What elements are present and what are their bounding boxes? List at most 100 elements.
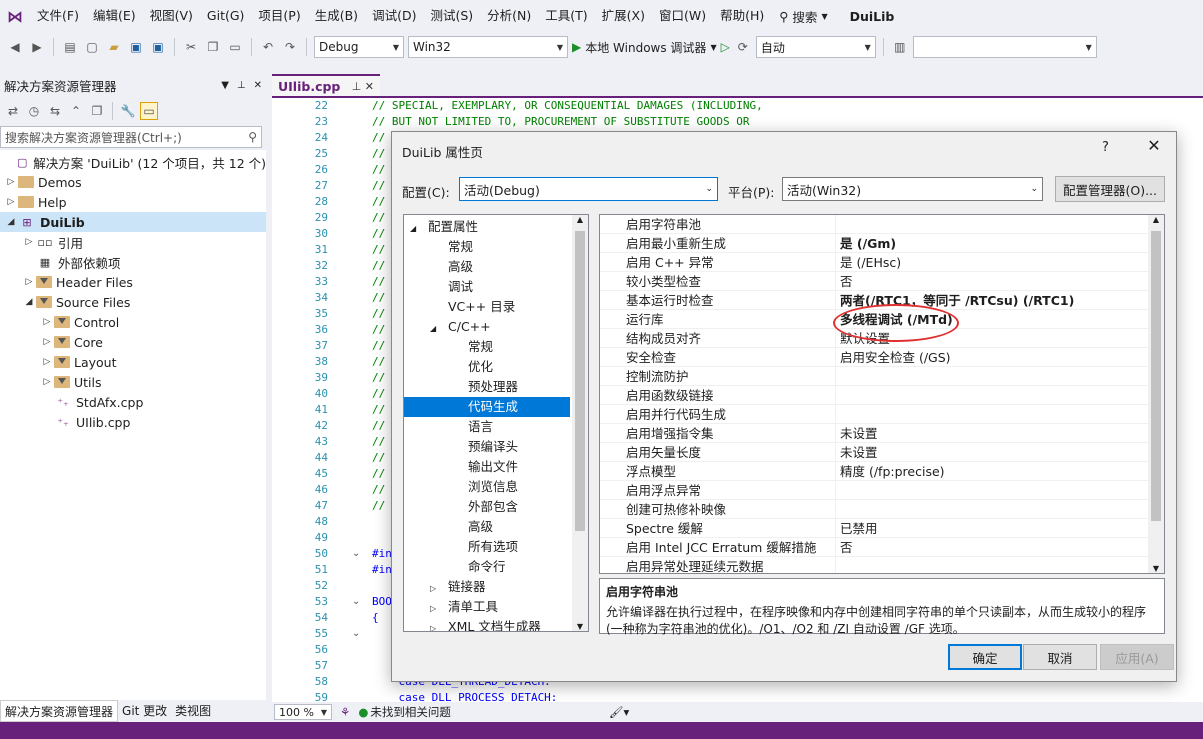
code-line[interactable]: // [372, 402, 385, 418]
nav-item[interactable]: 常规 [404, 237, 570, 257]
scroll-down-icon[interactable]: ▼ [1148, 564, 1164, 573]
menu-item[interactable]: 分析(N) [480, 0, 538, 32]
tree-item[interactable]: ▷ Core [0, 332, 266, 352]
property-row[interactable]: 启用浮点异常 [600, 481, 1148, 500]
tree-item[interactable]: ▷ Utils [0, 372, 266, 392]
property-row[interactable]: Spectre 缓解 已禁用 [600, 519, 1148, 538]
nav-item[interactable]: 预编译头 [404, 437, 570, 457]
fold-toggle-icon[interactable]: ⌄ [352, 596, 360, 607]
menu-item[interactable]: 文件(F) [30, 0, 86, 32]
new-item-icon[interactable]: ▢ [83, 38, 101, 56]
property-value[interactable]: 是 (/Gm) [836, 234, 896, 252]
tree-item[interactable]: ▦ 外部依赖项 [0, 252, 266, 272]
nav-item[interactable]: ▷ 链接器 [404, 577, 570, 597]
tab-class-view[interactable]: 类视图 [171, 700, 215, 722]
redo-icon[interactable]: ↷ [281, 38, 299, 56]
property-row[interactable]: 启用异常处理延续元数据 [600, 557, 1148, 573]
expander-icon[interactable]: ◢ [410, 219, 428, 239]
scroll-thumb[interactable] [575, 231, 585, 531]
code-line[interactable]: // [372, 242, 385, 258]
scroll-thumb[interactable] [1151, 231, 1161, 521]
menu-item[interactable]: 测试(S) [423, 0, 480, 32]
expander-icon[interactable]: ◢ [22, 297, 36, 307]
code-line[interactable]: // BUT NOT LIMITED TO, PROCUREMENT OF SU… [372, 114, 750, 130]
ok-button[interactable]: 确定 [948, 644, 1022, 670]
property-row[interactable]: 启用函数级链接 [600, 386, 1148, 405]
sync-icon[interactable]: ⇆ [46, 102, 64, 120]
property-value[interactable]: 启用安全检查 (/GS) [836, 348, 951, 366]
scroll-down-icon[interactable]: ▼ [572, 622, 588, 631]
nav-item[interactable]: ▷ 清单工具 [404, 597, 570, 617]
nav-item[interactable]: VC++ 目录 [404, 297, 570, 317]
code-line[interactable]: // [372, 498, 385, 514]
nav-item[interactable]: 调试 [404, 277, 570, 297]
pin-icon[interactable]: ⊥ [237, 80, 246, 91]
save-all-icon[interactable]: ▣ [149, 38, 167, 56]
menu-item[interactable]: Git(G) [200, 0, 252, 32]
expander-icon[interactable]: ▷ [22, 277, 36, 287]
menu-item[interactable]: 调试(D) [365, 0, 423, 32]
chevron-down-icon[interactable]: ▼ [710, 43, 716, 52]
code-line[interactable]: // [372, 418, 385, 434]
property-row[interactable]: 启用矢量长度 未设置 [600, 443, 1148, 462]
fold-toggle-icon[interactable]: ⌄ [352, 628, 360, 639]
property-row[interactable]: 启用 C++ 异常是 (/EHsc) [600, 253, 1148, 272]
copy-icon[interactable]: ❐ [204, 38, 222, 56]
code-line[interactable]: BOO [372, 594, 392, 610]
code-line[interactable]: // [372, 290, 385, 306]
solution-explorer-search-input[interactable]: 搜索解决方案资源管理器(Ctrl+;) ⚲ [0, 126, 262, 148]
nav-item[interactable]: 所有选项 [404, 537, 570, 557]
close-icon[interactable]: ✕ [254, 80, 262, 91]
copilot-icon[interactable]: ⚘ [340, 705, 350, 719]
back-icon[interactable]: ◀ [6, 38, 24, 56]
nav-item[interactable]: 优化 [404, 357, 570, 377]
switch-views-icon[interactable]: ⇄ [4, 102, 22, 120]
hot-reload-icon[interactable]: ⟳ [734, 38, 752, 56]
expander-icon[interactable]: ▷ [430, 579, 448, 599]
close-icon[interactable]: ⊥ ✕ [352, 80, 374, 93]
property-row[interactable]: 较小类型检查否 [600, 272, 1148, 291]
code-line[interactable]: // [372, 178, 385, 194]
property-value[interactable]: 已禁用 [836, 519, 878, 537]
menu-item[interactable]: 窗口(W) [652, 0, 713, 32]
properties-icon[interactable]: 🔧 [119, 102, 137, 120]
nav-item[interactable]: 命令行 [404, 557, 570, 577]
tree-item[interactable]: ▢ 解决方案 'DuiLib' (12 个项目，共 12 个) [0, 152, 266, 172]
show-all-files-icon[interactable]: ❐ [88, 102, 106, 120]
property-row[interactable]: 启用 Intel JCC Erratum 缓解措施否 [600, 538, 1148, 557]
property-value[interactable] [836, 557, 840, 573]
new-project-icon[interactable]: ▤ [61, 38, 79, 56]
code-line[interactable]: #in [372, 546, 392, 562]
start-without-debug-icon[interactable]: ▷ [721, 40, 730, 54]
property-row[interactable]: 启用增强指令集 未设置 [600, 424, 1148, 443]
code-line[interactable]: // [372, 450, 385, 466]
code-line[interactable]: // [372, 306, 385, 322]
expander-icon[interactable]: ▷ [40, 357, 54, 367]
expander-icon[interactable]: ▷ [40, 317, 54, 327]
property-value[interactable]: 未设置 [836, 424, 878, 442]
property-value[interactable]: 是 (/EHsc) [836, 253, 901, 271]
help-button[interactable]: ? [1102, 140, 1109, 155]
tab-uilib-cpp[interactable]: UIlib.cpp ⊥ ✕ [272, 74, 380, 96]
issues-status[interactable]: 未找到相关问题 [370, 704, 451, 720]
zoom-dropdown[interactable]: 100 % ▼ [274, 704, 332, 720]
find-dropdown[interactable]: ▼ [912, 36, 1097, 58]
code-line[interactable]: // [372, 162, 385, 178]
configuration-dropdown[interactable]: Debug ▼ [314, 36, 404, 58]
apply-button[interactable]: 应用(A) [1100, 644, 1174, 670]
menu-item[interactable]: 生成(B) [308, 0, 365, 32]
property-row[interactable]: 启用字符串池 [600, 215, 1148, 234]
code-line[interactable]: // [372, 434, 385, 450]
close-button[interactable]: ✕ [1142, 136, 1166, 155]
platform-dropdown[interactable]: 活动(Win32) ⌄ [782, 177, 1043, 201]
start-debug-icon[interactable]: ▶ [572, 40, 581, 54]
property-row[interactable]: 控制流防护 [600, 367, 1148, 386]
nav-scrollbar[interactable]: ▲ ▼ [572, 215, 588, 631]
grid-scrollbar[interactable]: ▲ ▼ [1148, 215, 1164, 573]
tree-item[interactable]: ▷ Layout [0, 352, 266, 372]
collapse-all-icon[interactable]: ⌃ [67, 102, 85, 120]
dropdown-icon[interactable]: ▼ [221, 80, 229, 91]
code-line[interactable]: { [372, 610, 379, 626]
tree-item[interactable]: ▷ Demos [0, 172, 266, 192]
property-row[interactable]: 安全检查 启用安全检查 (/GS) [600, 348, 1148, 367]
